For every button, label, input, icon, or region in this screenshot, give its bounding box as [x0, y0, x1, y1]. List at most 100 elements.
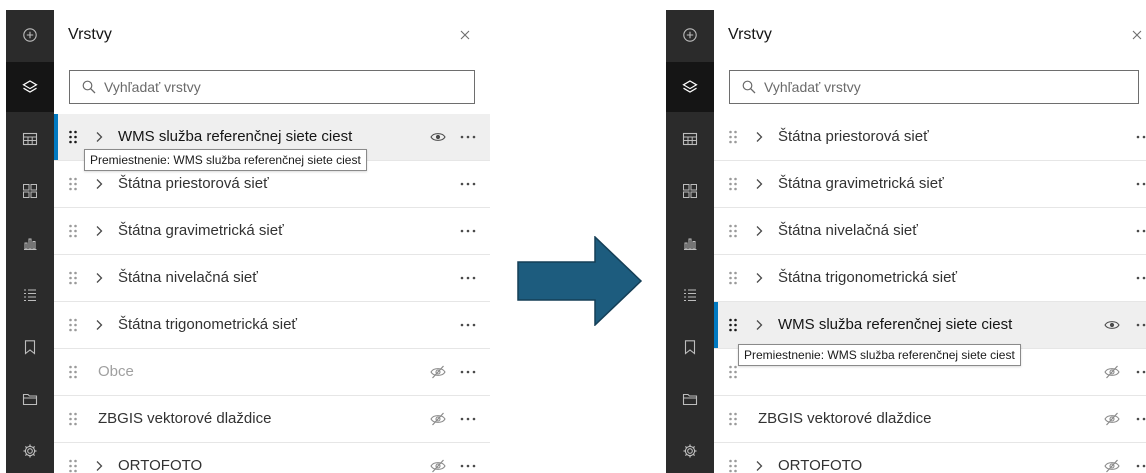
chevron-right-icon[interactable] — [92, 270, 106, 286]
rail-folder-button[interactable] — [666, 374, 714, 424]
layer-row[interactable]: ZBGIS vektorové dlaždice — [714, 396, 1146, 443]
layer-row[interactable]: ORTOFOTO — [714, 443, 1146, 473]
search-icon — [742, 80, 756, 94]
chevron-right-icon[interactable] — [752, 270, 766, 286]
chevron-right-icon[interactable] — [752, 458, 766, 473]
basemap-icon — [683, 184, 697, 198]
layer-row[interactable]: Štátna priestorová sieť — [714, 114, 1146, 161]
layer-row[interactable]: Štátna nivelačná sieť — [54, 255, 490, 302]
drag-handle-icon[interactable] — [726, 456, 740, 473]
more-options-icon[interactable] — [458, 223, 478, 239]
layer-row[interactable]: WMS služba referenčnej siete ciest — [714, 302, 1146, 349]
rail-folder-button[interactable] — [6, 374, 54, 424]
drag-handle-icon[interactable] — [726, 127, 740, 147]
chevron-right-icon[interactable] — [752, 176, 766, 192]
chevron-right-icon[interactable] — [752, 317, 766, 333]
rail-layers-button[interactable] — [6, 62, 54, 112]
more-options-icon[interactable] — [1134, 129, 1146, 145]
drag-handle-icon[interactable] — [66, 362, 80, 382]
drag-handle-icon[interactable] — [726, 174, 740, 194]
chevron-right-icon[interactable] — [752, 223, 766, 239]
layer-name: WMS služba referenčnej siete ciest — [118, 128, 353, 145]
drag-handle-icon[interactable] — [66, 127, 80, 147]
more-options-icon[interactable] — [458, 364, 478, 380]
drag-handle-icon[interactable] — [726, 315, 740, 335]
rail-basemap-button[interactable] — [666, 166, 714, 216]
more-options-icon[interactable] — [1134, 458, 1146, 473]
more-options-icon[interactable] — [458, 458, 478, 473]
more-options-icon[interactable] — [458, 176, 478, 192]
rail-basemap-button[interactable] — [6, 166, 54, 216]
rail-bookmark-button[interactable] — [666, 322, 714, 372]
rail-table-button[interactable] — [6, 114, 54, 164]
visibility-on-icon[interactable] — [430, 129, 446, 145]
layer-row[interactable]: Štátna gravimetrická sieť — [54, 208, 490, 255]
more-options-icon[interactable] — [458, 270, 478, 286]
drag-handle-icon[interactable] — [66, 221, 80, 241]
visibility-off-icon[interactable] — [1104, 364, 1120, 380]
rail-gear-button[interactable] — [6, 426, 54, 473]
search-layers[interactable] — [729, 70, 1139, 104]
layer-row[interactable]: Štátna gravimetrická sieť — [714, 161, 1146, 208]
rail-chart-button[interactable] — [6, 218, 54, 268]
table-icon — [682, 132, 698, 146]
layer-row[interactable]: Štátna nivelačná sieť — [714, 208, 1146, 255]
drag-handle-icon[interactable] — [66, 174, 80, 194]
more-options-icon[interactable] — [458, 129, 478, 145]
rail-gear-button[interactable] — [666, 426, 714, 473]
panel-header: Vrstvy — [54, 10, 490, 62]
more-options-icon[interactable] — [1134, 176, 1146, 192]
layer-row[interactable]: Štátna trigonometrická sieť — [54, 302, 490, 349]
rail-chart-button[interactable] — [666, 218, 714, 268]
more-options-icon[interactable] — [458, 317, 478, 333]
folder-icon — [22, 393, 38, 406]
drag-handle-icon[interactable] — [66, 409, 80, 429]
drag-handle-icon[interactable] — [66, 268, 80, 288]
search-layers[interactable] — [69, 70, 475, 104]
layer-name: ZBGIS vektorové dlaždice — [98, 410, 272, 427]
visibility-off-icon[interactable] — [1104, 411, 1120, 427]
chevron-right-icon[interactable] — [92, 129, 106, 145]
visibility-on-icon[interactable] — [1104, 317, 1120, 333]
rail-bookmark-button[interactable] — [6, 322, 54, 372]
layer-row[interactable]: ZBGIS vektorové dlaždice — [54, 396, 490, 443]
drag-handle-icon[interactable] — [66, 456, 80, 473]
visibility-off-icon[interactable] — [1104, 458, 1120, 473]
chevron-right-icon[interactable] — [92, 317, 106, 333]
more-options-icon[interactable] — [1134, 364, 1146, 380]
layers-panel: Vrstvy WMS služba referenčnej siete cies… — [54, 10, 490, 473]
rail-legend-button[interactable] — [666, 270, 714, 320]
drag-handle-icon[interactable] — [726, 268, 740, 288]
before-screenshot: Vrstvy WMS služba referenčnej siete cies… — [6, 10, 490, 473]
drag-handle-icon[interactable] — [726, 221, 740, 241]
rail-layers-button[interactable] — [666, 62, 714, 112]
more-options-icon[interactable] — [1134, 270, 1146, 286]
more-options-icon[interactable] — [458, 411, 478, 427]
visibility-off-icon[interactable] — [430, 364, 446, 380]
layer-row[interactable]: Obce — [54, 349, 490, 396]
search-input[interactable] — [104, 71, 464, 103]
drag-handle-icon[interactable] — [726, 409, 740, 429]
visibility-off-icon[interactable] — [430, 458, 446, 473]
rail-table-button[interactable] — [666, 114, 714, 164]
chevron-right-icon[interactable] — [752, 129, 766, 145]
chevron-right-icon[interactable] — [92, 223, 106, 239]
chevron-right-icon[interactable] — [92, 458, 106, 473]
panel-title: Vrstvy — [728, 26, 772, 43]
search-input[interactable] — [764, 71, 1124, 103]
layers-panel: Vrstvy Štátna priestorová sieť Štátna gra… — [714, 10, 1146, 473]
drag-handle-icon[interactable] — [66, 315, 80, 335]
layers-icon — [22, 80, 38, 93]
rail-legend-button[interactable] — [6, 270, 54, 320]
more-options-icon[interactable] — [1134, 223, 1146, 239]
rail-add-button[interactable] — [666, 10, 714, 60]
visibility-off-icon[interactable] — [430, 411, 446, 427]
more-options-icon[interactable] — [1134, 411, 1146, 427]
close-button[interactable] — [454, 24, 476, 46]
rail-add-button[interactable] — [6, 10, 54, 60]
layer-row[interactable]: ORTOFOTO — [54, 443, 490, 473]
chevron-right-icon[interactable] — [92, 176, 106, 192]
close-button[interactable] — [1126, 24, 1146, 46]
more-options-icon[interactable] — [1134, 317, 1146, 333]
layer-row[interactable]: Štátna trigonometrická sieť — [714, 255, 1146, 302]
